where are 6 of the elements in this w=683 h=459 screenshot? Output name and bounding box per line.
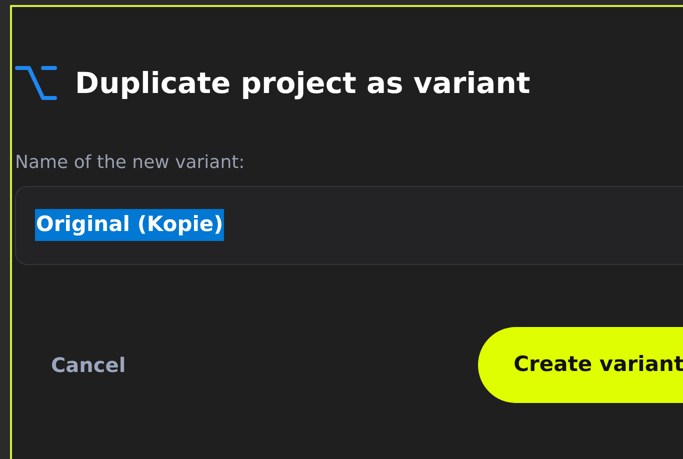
field-value: Original (Kopie) xyxy=(35,209,224,241)
dialog-title: Duplicate project as variant xyxy=(75,65,530,102)
variant-name-field[interactable]: Original (Kopie) xyxy=(15,186,683,264)
cancel-button[interactable]: Cancel xyxy=(15,326,150,402)
field-label: Name of the new variant: xyxy=(15,150,246,174)
branch-icon xyxy=(15,64,59,103)
